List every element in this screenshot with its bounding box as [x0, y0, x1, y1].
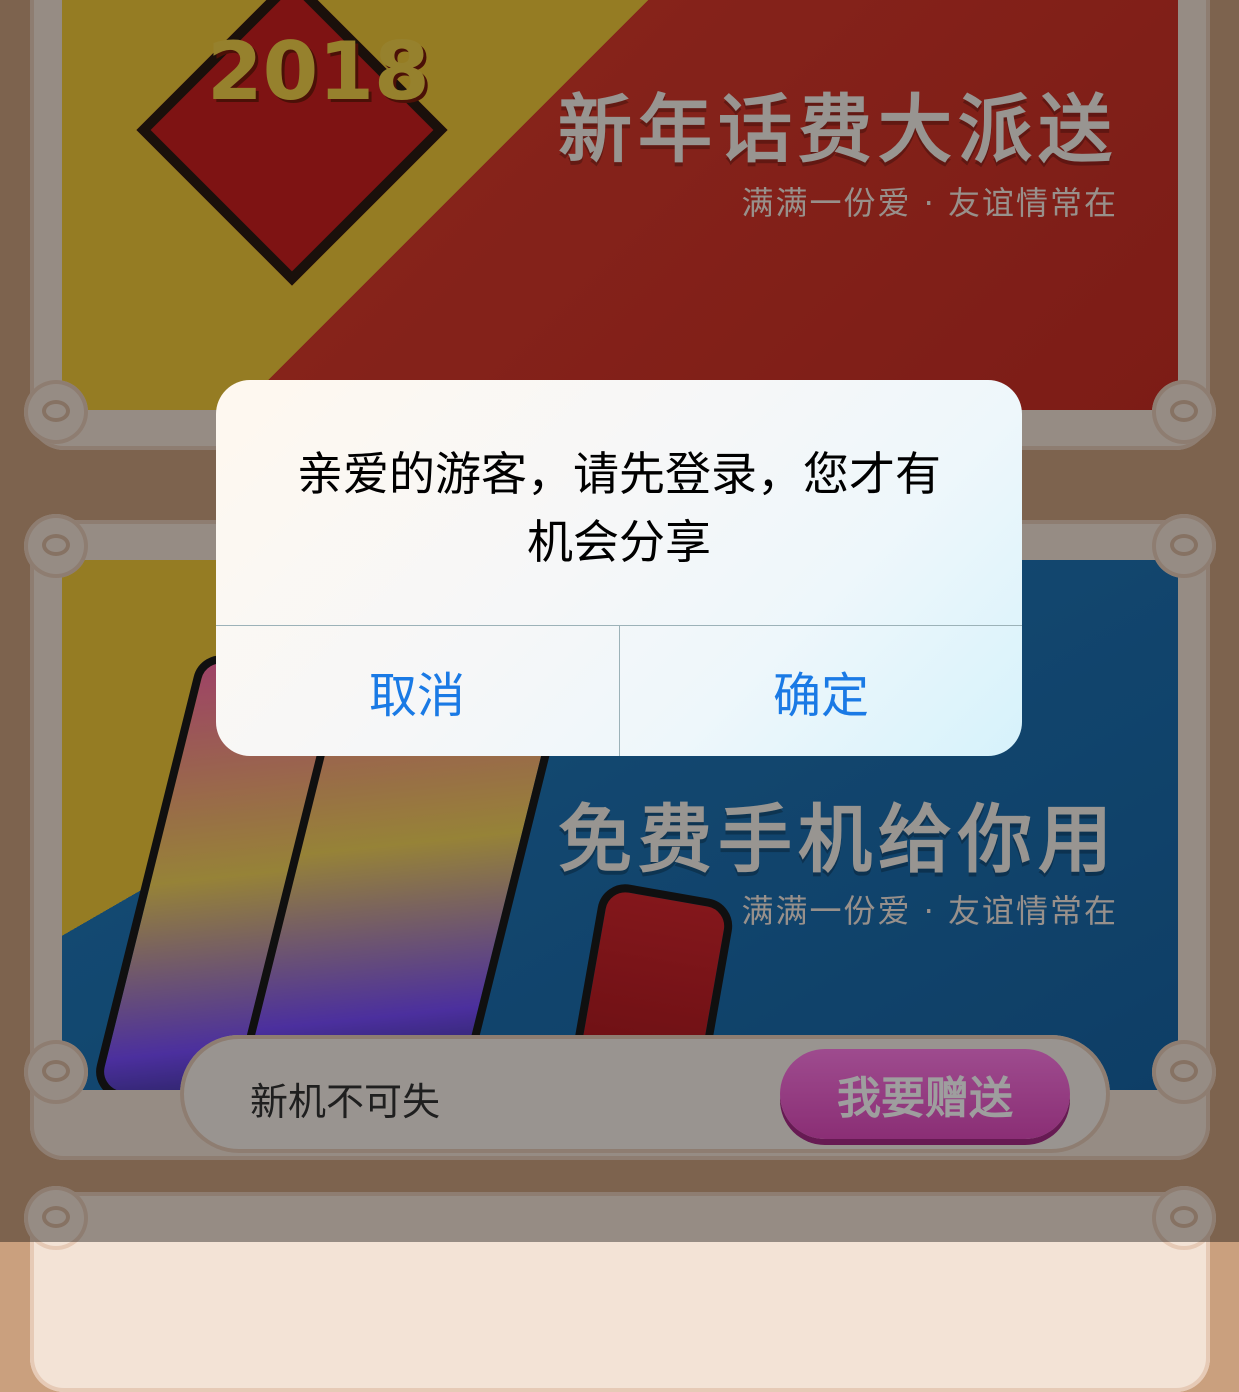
cancel-button[interactable]: 取消 [216, 626, 618, 756]
login-alert-dialog: 亲爱的游客，请先登录，您才有机会分享 取消 确定 [216, 380, 1022, 756]
alert-message: 亲爱的游客，请先登录，您才有机会分享 [297, 447, 941, 569]
confirm-button[interactable]: 确定 [620, 626, 1022, 756]
